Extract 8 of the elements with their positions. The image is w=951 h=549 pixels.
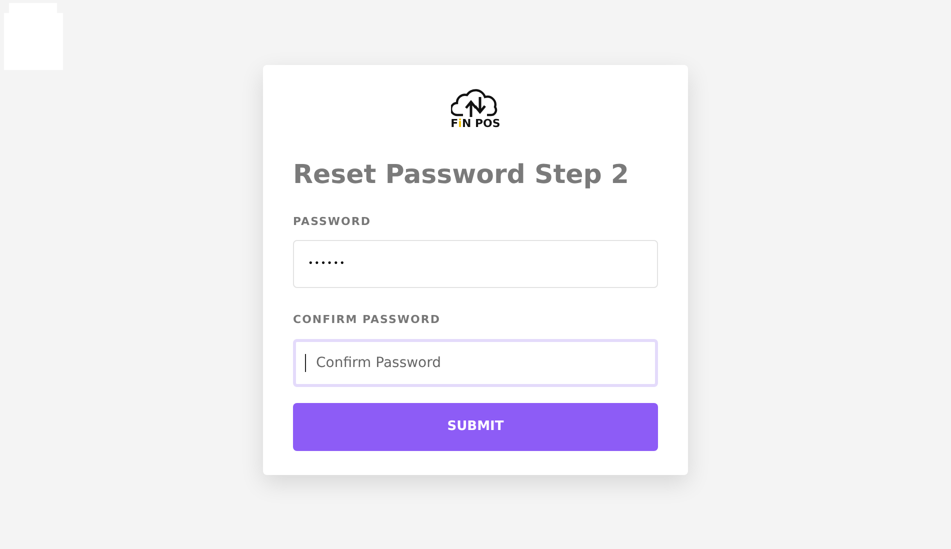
page-title: Reset Password Step 2	[293, 159, 630, 192]
field-label: PASSWORD	[293, 214, 372, 230]
field-label: CONFIRM PASSWORD	[293, 312, 442, 328]
logo-text: FiN POS	[450, 118, 500, 129]
password-field[interactable]: ••••••	[293, 240, 658, 288]
submit-button[interactable]: SUBMIT	[293, 402, 658, 450]
text-cursor-icon	[305, 354, 306, 372]
confirm-password-field[interactable]: Confirm Password	[293, 338, 658, 386]
